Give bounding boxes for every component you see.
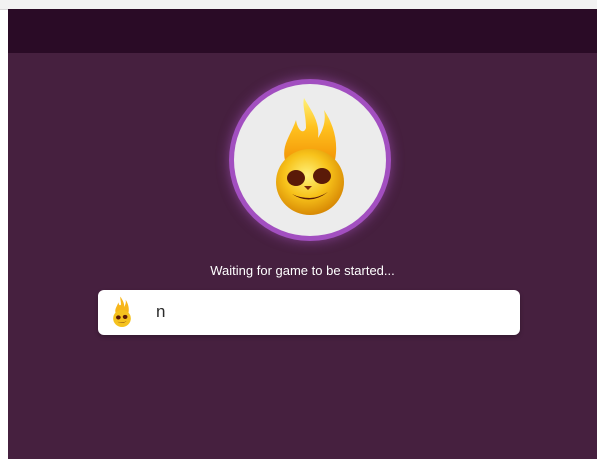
fire-skull-icon	[113, 296, 131, 328]
waiting-status: Waiting for game to be started...	[210, 263, 395, 278]
header-bar	[8, 9, 597, 53]
player-name: n	[156, 302, 166, 321]
avatar-disc	[234, 84, 386, 236]
player-list-item[interactable]: n	[98, 290, 520, 335]
game-lobby: Waiting for game to be started... n	[8, 9, 597, 459]
player-avatar[interactable]	[229, 79, 391, 241]
fire-skull-icon	[276, 98, 344, 215]
